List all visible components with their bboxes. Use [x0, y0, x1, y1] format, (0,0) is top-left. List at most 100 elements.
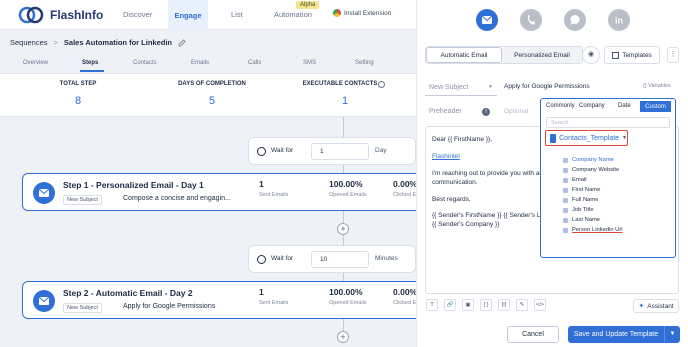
nav-automation[interactable]: Automation	[274, 10, 312, 19]
wait-value-input[interactable]: 1	[311, 143, 369, 160]
variable-icon[interactable]: {i}	[498, 299, 510, 311]
wait-label: Wait for	[271, 147, 294, 154]
clock-icon	[257, 255, 266, 264]
editor-toolbar: T 🔗 ▣ { } {i} ✎ </>	[426, 299, 546, 311]
tab-overview[interactable]: Overview	[23, 60, 48, 66]
variables-button[interactable]: {} Variables	[643, 83, 671, 89]
preheader-input[interactable]: Optional	[504, 108, 528, 115]
new-subject-tag: New Subject	[63, 303, 102, 313]
var-tab-date[interactable]: Date	[618, 103, 631, 109]
variable-item[interactable]: First Name	[563, 187, 600, 193]
var-tab-company[interactable]: Company	[579, 103, 605, 109]
templates-button[interactable]: Templates	[604, 46, 660, 64]
info-icon[interactable]: !	[482, 108, 490, 116]
flashinfo-logo-icon	[18, 6, 44, 24]
wait-block-1: Wait for 1 Day	[248, 137, 416, 165]
add-step-button[interactable]: +	[337, 223, 349, 235]
step-card-1[interactable]: Step 1 - Personalized Email - Day 1 New …	[22, 173, 422, 211]
subject-select-value: New Subject	[429, 83, 469, 91]
var-tab-custom[interactable]: Custom	[640, 101, 671, 112]
breadcrumb-sequences[interactable]: Sequences	[10, 38, 48, 47]
sent-value: 1	[259, 287, 264, 297]
variable-search-input[interactable]: Search	[546, 117, 670, 128]
field-icon	[563, 157, 568, 163]
subject-select[interactable]: New Subject ▼	[425, 79, 497, 95]
variable-label: Company Website	[572, 167, 620, 173]
linkedin-channel-icon[interactable]: in	[608, 9, 630, 31]
opened-label: Opened Emails	[329, 300, 367, 306]
variable-label: Company Name	[572, 157, 614, 163]
template-icon	[612, 51, 620, 59]
tab-setting[interactable]: Setting	[355, 60, 374, 66]
edit-icon[interactable]	[178, 38, 186, 47]
breadcrumb-separator: >	[53, 38, 58, 47]
chrome-icon	[333, 9, 341, 17]
sent-value: 1	[259, 179, 264, 189]
variable-item[interactable]: Email	[563, 177, 587, 183]
phone-channel-icon[interactable]	[520, 9, 542, 31]
step-card-2[interactable]: Step 2 - Automatic Email - Day 2 New Sub…	[22, 281, 422, 319]
email-icon	[33, 182, 55, 204]
personalized-email-tab[interactable]: Personalized Email	[502, 47, 582, 63]
variable-item[interactable]: Person Linkedin Url	[563, 227, 623, 233]
field-icon	[563, 207, 568, 213]
nav-list[interactable]: List	[231, 10, 243, 19]
field-icon	[563, 167, 568, 173]
body-link[interactable]: Flashintel	[432, 153, 460, 160]
brand-name: FlashInfo	[50, 8, 104, 22]
chevron-down-icon[interactable]: ▼	[664, 326, 680, 343]
tab-contacts[interactable]: Contacts	[133, 60, 157, 66]
pen-icon[interactable]: ✎	[516, 299, 528, 311]
nav-discover[interactable]: Discover	[123, 10, 152, 19]
preview-eye-icon[interactable]: ◉	[582, 46, 600, 64]
variable-item[interactable]: Company Name	[563, 157, 614, 163]
more-options-icon[interactable]: ⋮	[667, 47, 679, 63]
variable-item[interactable]: Last Name	[563, 217, 600, 223]
braces-icon[interactable]: { }	[480, 299, 492, 311]
contacts-template-select[interactable]: Contacts_Template ▼	[545, 130, 628, 146]
tab-emails[interactable]: Emails	[191, 60, 209, 66]
body-line-1: I'm reaching out to provide you with ad	[432, 170, 544, 177]
tab-steps[interactable]: Steps	[82, 60, 98, 66]
connector-line	[343, 117, 344, 137]
image-icon[interactable]: ▣	[462, 299, 474, 311]
document-icon	[550, 133, 557, 143]
wait-unit-select[interactable]: Day	[375, 147, 387, 154]
tab-sms[interactable]: SMS	[303, 60, 316, 66]
chevron-down-icon: ▼	[488, 84, 493, 90]
variable-item[interactable]: Job Title	[563, 207, 594, 213]
wait-value-input[interactable]: 10	[311, 251, 369, 268]
text-format-icon[interactable]: T	[426, 299, 438, 311]
install-extension-button[interactable]: Install Extension	[333, 9, 391, 17]
variable-item[interactable]: Full Name	[563, 197, 598, 203]
preheader-label: Preheader	[429, 108, 462, 115]
info-icon[interactable]	[378, 81, 385, 88]
add-step-button[interactable]: +	[337, 331, 349, 343]
sent-label: Sent Emails	[259, 192, 289, 198]
email-channel-icon[interactable]	[476, 9, 498, 31]
var-tab-commonly[interactable]: Commonly	[546, 103, 575, 109]
link-icon[interactable]: 🔗	[444, 299, 456, 311]
subject-input[interactable]: Apply for Google Permissions	[504, 83, 590, 90]
automatic-email-tab[interactable]: Automatic Email	[426, 47, 502, 63]
nav-engage[interactable]: Engage	[168, 0, 208, 30]
field-icon	[563, 197, 568, 203]
save-update-template-button[interactable]: Save and Update Template	[568, 326, 664, 343]
variable-label: First Name	[572, 187, 601, 193]
variable-label: Full Name	[572, 197, 599, 203]
clicked-label: Clicked E	[393, 300, 417, 306]
total-step-value: 8	[74, 95, 82, 107]
code-icon[interactable]: </>	[534, 299, 546, 311]
assistant-button[interactable]: ✦ Assistant	[633, 299, 679, 313]
wait-unit-select[interactable]: Minutes	[375, 255, 398, 262]
executable-contacts-value: 1	[341, 95, 349, 107]
variable-item[interactable]: Company Website	[563, 167, 619, 173]
active-tab-indicator	[80, 70, 104, 72]
breadcrumb: Sequences > Sales Automation for Linkedi…	[10, 38, 186, 47]
cancel-button[interactable]: Cancel	[507, 326, 559, 343]
body-greeting: Dear {{ FirstName }},	[432, 136, 492, 143]
variable-label: Job Title	[572, 207, 594, 213]
tab-calls[interactable]: Calls	[248, 60, 261, 66]
body-line-4: {{ Sender's Company }}	[432, 221, 500, 228]
sms-channel-icon[interactable]	[564, 9, 586, 31]
